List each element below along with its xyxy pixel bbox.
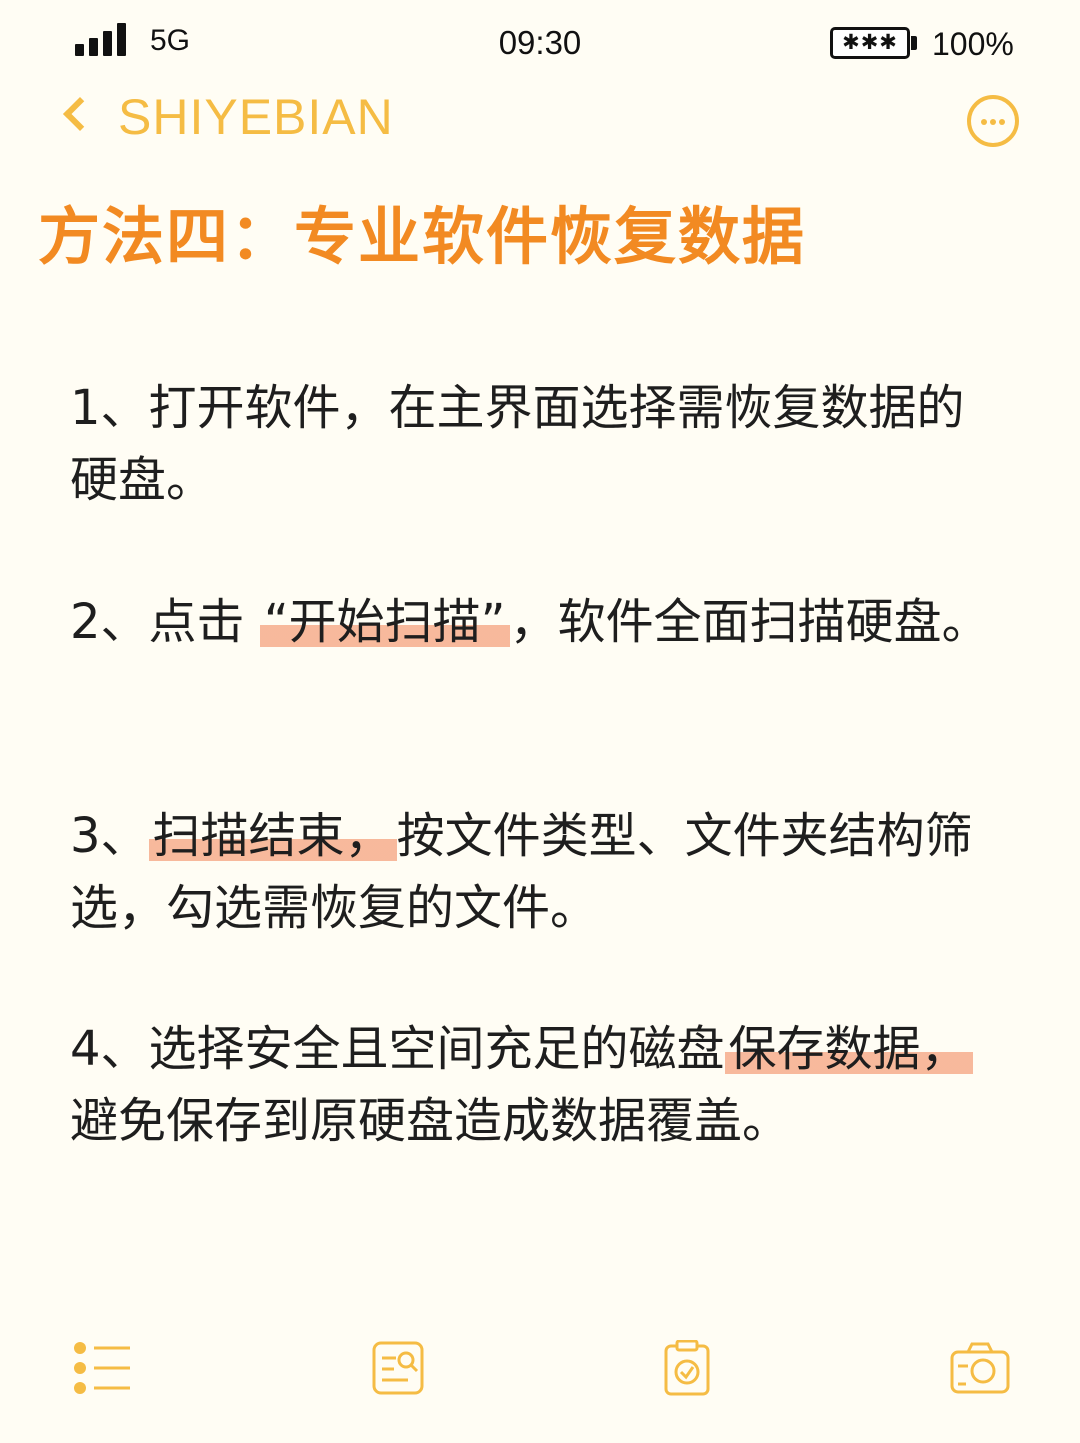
status-time: 09:30: [498, 24, 582, 61]
clipboard-check-icon[interactable]: [657, 1339, 717, 1396]
step-1: 1、打开软件，在主界面选择需恢复数据的硬盘。: [70, 372, 1000, 516]
status-bar: 5G 09:30 ✱✱✱ 100%: [0, 0, 1080, 80]
chevron-left-icon[interactable]: [63, 97, 97, 131]
nav-title[interactable]: SHIYEBIAN: [118, 88, 394, 146]
step-3-text-before: 3、: [70, 808, 149, 864]
battery-icon: ✱✱✱: [830, 27, 910, 59]
step-4-text-before: 4、选择安全且空间充足的磁盘: [70, 1021, 725, 1077]
battery-tip: [911, 36, 917, 50]
page-title: 方法四：专业软件恢复数据: [38, 200, 807, 273]
more-icon[interactable]: [967, 95, 1019, 147]
step-2-text-after: ，软件全面扫描硬盘。: [509, 594, 990, 650]
step-3: 3、扫描结束，按文件类型、文件夹结构筛选，勾选需恢复的文件。: [70, 800, 1000, 944]
camera-icon[interactable]: [950, 1340, 1010, 1396]
step-4-text-after: 避免保存到原硬盘造成数据覆盖。: [70, 1093, 791, 1149]
step-2-highlight: “开始扫描”: [259, 594, 510, 650]
step-2: 2、点击 “开始扫描”，软件全面扫描硬盘。: [70, 586, 1000, 658]
step-2-text-before: 2、点击: [70, 594, 260, 650]
step-3-highlight: 扫描结束，: [148, 808, 397, 864]
battery-percent: 100%: [932, 26, 1014, 62]
search-document-icon[interactable]: [368, 1340, 428, 1396]
step-4: 4、选择安全且空间充足的磁盘保存数据， 避免保存到原硬盘造成数据覆盖。: [70, 1013, 1000, 1157]
step-4-highlight: 保存数据，: [724, 1021, 973, 1077]
screen: 5G 09:30 ✱✱✱ 100% SHIYEBIAN 方法四：专业软件恢复数据…: [0, 0, 1080, 1443]
step-1-text: 1、打开软件，在主界面选择需恢复数据的硬盘。: [70, 380, 965, 508]
list-icon[interactable]: [72, 1340, 132, 1396]
